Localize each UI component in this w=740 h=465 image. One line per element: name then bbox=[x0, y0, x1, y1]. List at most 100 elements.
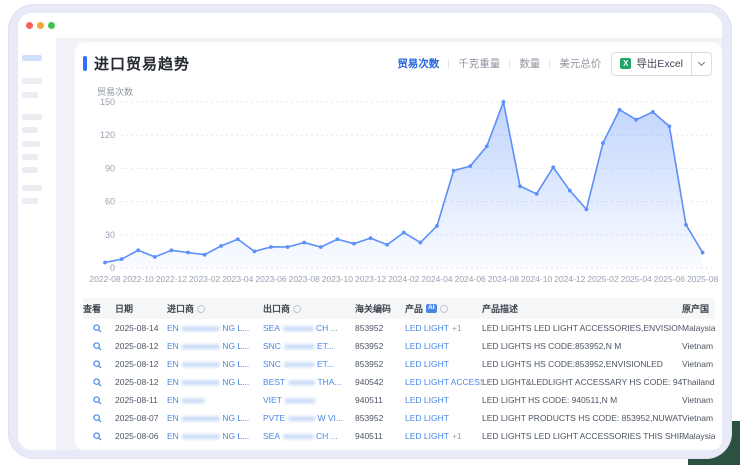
title-accent-bar bbox=[83, 56, 87, 71]
minimize-window-icon[interactable] bbox=[37, 22, 44, 29]
data-point[interactable] bbox=[203, 253, 207, 257]
product-link[interactable]: LED LIGHT bbox=[405, 431, 449, 441]
table-row: 2025-08-12ENxxxxxxxxxxNG L...BESTxxxxxxx… bbox=[83, 373, 715, 391]
product-link[interactable]: LED LIGHT bbox=[405, 359, 449, 369]
sidebar-item-3[interactable] bbox=[22, 114, 42, 120]
data-point[interactable] bbox=[651, 110, 655, 114]
importer-link-visible: EN bbox=[167, 395, 179, 405]
data-point[interactable] bbox=[236, 237, 240, 241]
data-point[interactable] bbox=[336, 237, 340, 241]
sidebar-item-0[interactable] bbox=[22, 55, 42, 61]
exporter-link[interactable]: BESTxxxxxxxTHA... bbox=[263, 377, 355, 387]
data-point[interactable] bbox=[701, 251, 705, 255]
data-point[interactable] bbox=[286, 245, 290, 249]
info-icon[interactable] bbox=[293, 305, 301, 313]
data-point[interactable] bbox=[153, 255, 157, 259]
product-link[interactable]: LED LIGHT ACCESSORY bbox=[405, 377, 482, 387]
data-point[interactable] bbox=[551, 165, 555, 169]
tab-metric-0[interactable]: 贸易次数 bbox=[397, 56, 439, 71]
data-point[interactable] bbox=[385, 243, 389, 247]
exporter-link[interactable]: SEAxxxxxxxxCH ... bbox=[263, 431, 355, 441]
info-icon[interactable] bbox=[197, 305, 205, 313]
data-point[interactable] bbox=[435, 224, 439, 228]
data-point[interactable] bbox=[219, 244, 223, 248]
sidebar-item-4[interactable] bbox=[22, 127, 38, 133]
data-point[interactable] bbox=[269, 245, 273, 249]
data-point[interactable] bbox=[601, 141, 605, 145]
origin-country-cell: Malaysia bbox=[682, 323, 715, 333]
data-point[interactable] bbox=[568, 189, 572, 193]
view-details-magnifier-icon[interactable] bbox=[93, 378, 102, 387]
product-link[interactable]: LED LIGHT bbox=[405, 395, 449, 405]
product-link[interactable]: LED LIGHT bbox=[405, 413, 449, 423]
importer-link[interactable]: ENxxxxxxxxxxNG L... bbox=[167, 323, 263, 333]
close-window-icon[interactable] bbox=[26, 22, 33, 29]
exporter-link[interactable]: SEAxxxxxxxxCH ... bbox=[263, 323, 355, 333]
exporter-link[interactable]: SNCxxxxxxxxET... bbox=[263, 341, 355, 351]
data-point[interactable] bbox=[120, 257, 124, 261]
tab-metric-1[interactable]: 千克重量 bbox=[458, 56, 500, 71]
data-point[interactable] bbox=[684, 223, 688, 227]
sidebar-item-8[interactable] bbox=[22, 185, 42, 191]
exporter-link[interactable]: VIETxxxxxxxx bbox=[263, 395, 355, 405]
data-point[interactable] bbox=[302, 241, 306, 245]
export-excel-button[interactable]: X 导出Excel bbox=[612, 53, 691, 75]
column-header: 日期 bbox=[115, 302, 167, 315]
view-details-magnifier-icon[interactable] bbox=[93, 414, 102, 423]
data-point[interactable] bbox=[319, 245, 323, 249]
data-point[interactable] bbox=[502, 100, 506, 104]
data-point[interactable] bbox=[136, 248, 140, 252]
view-details-magnifier-icon[interactable] bbox=[93, 396, 102, 405]
data-point[interactable] bbox=[170, 248, 174, 252]
x-tick-label: 2023-10 bbox=[322, 274, 353, 284]
data-point[interactable] bbox=[419, 241, 423, 245]
product-more-count[interactable]: +1 bbox=[452, 431, 462, 441]
data-point[interactable] bbox=[535, 192, 539, 196]
importer-link[interactable]: ENxxxxxxxxxxNG L... bbox=[167, 377, 263, 387]
data-point[interactable] bbox=[369, 236, 373, 240]
view-details-magnifier-icon[interactable] bbox=[93, 342, 102, 351]
data-point[interactable] bbox=[634, 118, 638, 122]
view-details-magnifier-icon[interactable] bbox=[93, 360, 102, 369]
product-cell: LED LIGHT bbox=[405, 395, 482, 405]
view-details-magnifier-icon[interactable] bbox=[93, 432, 102, 441]
data-point[interactable] bbox=[352, 242, 356, 246]
sidebar-item-2[interactable] bbox=[22, 92, 38, 98]
data-point[interactable] bbox=[518, 184, 522, 188]
product-link[interactable]: LED LIGHT bbox=[405, 341, 449, 351]
maximize-window-icon[interactable] bbox=[48, 22, 55, 29]
importer-link[interactable]: ENxxxxxxxxxxNG L... bbox=[167, 341, 263, 351]
importer-link-visible-suffix: NG L... bbox=[222, 359, 249, 369]
importer-link-redacted: xxxxxxxxxx bbox=[182, 431, 220, 441]
data-point[interactable] bbox=[468, 164, 472, 168]
data-point[interactable] bbox=[402, 231, 406, 235]
sidebar-item-1[interactable] bbox=[22, 78, 42, 84]
data-point[interactable] bbox=[618, 108, 622, 112]
sidebar-item-9[interactable] bbox=[22, 198, 38, 204]
importer-link[interactable]: ENxxxxxx bbox=[167, 395, 263, 405]
data-point[interactable] bbox=[186, 251, 190, 255]
info-icon[interactable] bbox=[440, 305, 448, 313]
data-point[interactable] bbox=[668, 124, 672, 128]
product-more-count[interactable]: +1 bbox=[452, 323, 462, 333]
column-header: 出口商 bbox=[263, 302, 355, 315]
export-dropdown-button[interactable] bbox=[691, 53, 711, 75]
sidebar-item-7[interactable] bbox=[22, 167, 38, 173]
sidebar-item-5[interactable] bbox=[22, 141, 40, 147]
data-point[interactable] bbox=[103, 261, 107, 265]
tab-metric-2[interactable]: 数量 bbox=[519, 56, 540, 71]
data-point[interactable] bbox=[585, 207, 589, 211]
sidebar-item-6[interactable] bbox=[22, 154, 38, 160]
importer-link[interactable]: ENxxxxxxxxxxNG L... bbox=[167, 413, 263, 423]
data-point[interactable] bbox=[452, 169, 456, 173]
exporter-link[interactable]: PVTExxxxxxxW VI... bbox=[263, 413, 355, 423]
data-point[interactable] bbox=[253, 250, 257, 254]
importer-link[interactable]: ENxxxxxxxxxxNG L... bbox=[167, 431, 263, 441]
tab-metric-3[interactable]: 美元总价 bbox=[559, 56, 601, 71]
x-tick-label: 2024-12 bbox=[554, 274, 585, 284]
product-link[interactable]: LED LIGHT bbox=[405, 323, 449, 333]
data-point[interactable] bbox=[485, 144, 489, 148]
exporter-link[interactable]: SNCxxxxxxxxET... bbox=[263, 359, 355, 369]
importer-link[interactable]: ENxxxxxxxxxxNG L... bbox=[167, 359, 263, 369]
view-details-magnifier-icon[interactable] bbox=[93, 324, 102, 333]
